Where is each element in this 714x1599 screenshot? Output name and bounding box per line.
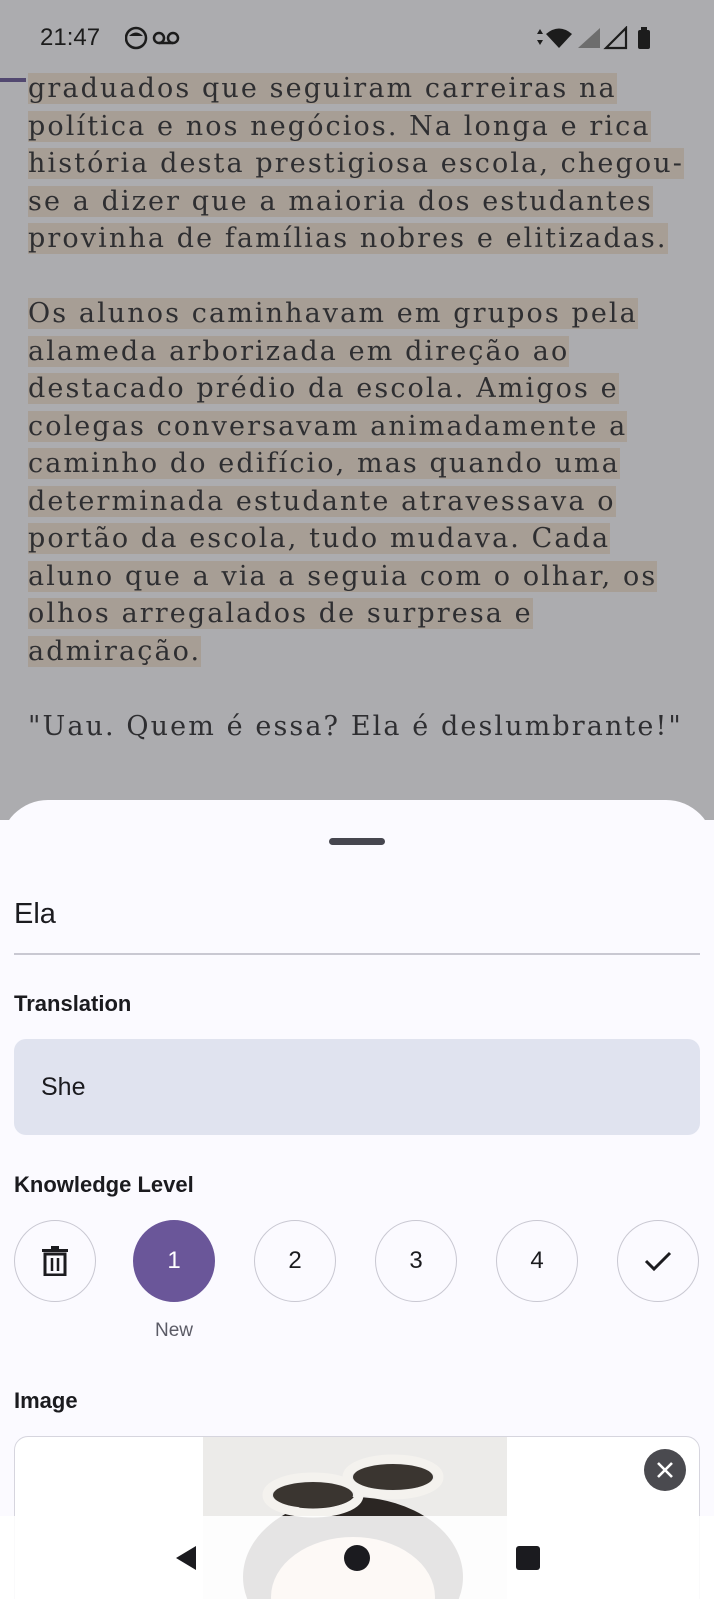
delete-word-button[interactable] (14, 1220, 96, 1302)
remove-image-button[interactable] (644, 1449, 686, 1491)
recents-icon (516, 1546, 540, 1570)
level-2-button[interactable]: 2 (254, 1220, 336, 1302)
media-icon (124, 26, 180, 50)
divider (14, 953, 700, 955)
level-3-button[interactable]: 3 (375, 1220, 457, 1302)
nav-home-button[interactable] (339, 1540, 375, 1576)
image-label: Image (14, 1388, 78, 1413)
connectivity-icons (537, 25, 650, 50)
check-icon (644, 1251, 672, 1272)
active-level-caption: New (154, 1320, 193, 1341)
data-arrows-icon (537, 29, 543, 45)
status-left-icons (124, 26, 185, 56)
back-icon (176, 1546, 196, 1570)
drag-handle[interactable] (329, 838, 385, 845)
close-icon (657, 1462, 673, 1478)
wifi-icon (546, 28, 572, 48)
status-time: 21:47 (40, 24, 101, 51)
knowledge-level-label: Knowledge Level (14, 1172, 194, 1197)
status-right-icons (534, 25, 674, 56)
word-title: Ela (14, 898, 56, 930)
translation-field[interactable]: She (14, 1039, 700, 1135)
nav-recents-button[interactable] (510, 1540, 546, 1576)
nav-back-button[interactable] (168, 1540, 204, 1576)
translation-value[interactable]: She (41, 1073, 85, 1102)
trash-icon (42, 1246, 68, 1276)
signal-icon (578, 28, 600, 48)
level-1-button[interactable]: 1 (133, 1220, 215, 1302)
home-icon (344, 1545, 370, 1571)
signal-empty-icon (603, 25, 628, 50)
status-bar: 21:47 (0, 0, 714, 78)
translation-label: Translation (14, 991, 132, 1016)
navigation-bar (0, 1516, 714, 1599)
battery-icon (638, 30, 650, 49)
level-4-button[interactable]: 4 (496, 1220, 578, 1302)
word-details-sheet: Ela Translation She Knowledge Level 1 2 … (0, 800, 714, 1599)
sheet-scrim[interactable] (0, 0, 714, 820)
mark-known-button[interactable] (617, 1220, 699, 1302)
